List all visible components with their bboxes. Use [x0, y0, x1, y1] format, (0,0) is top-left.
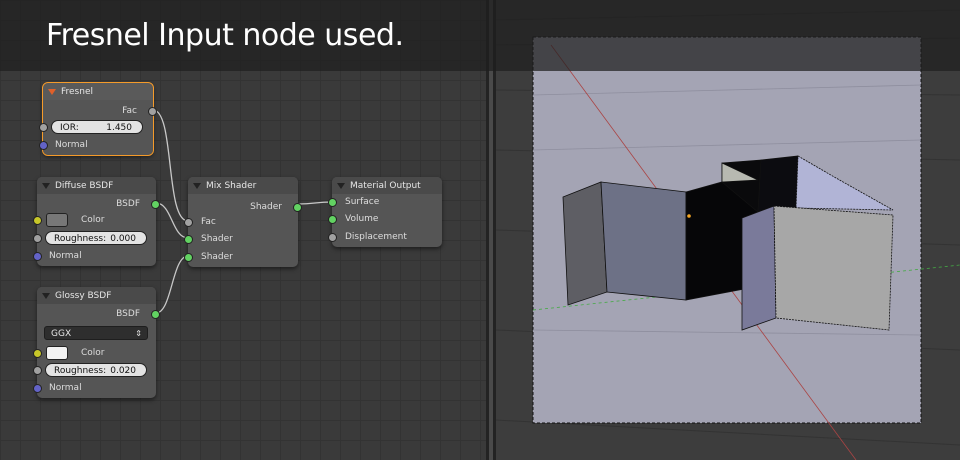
caption-banner: Fresnel Input node used. — [0, 0, 960, 71]
collapse-triangle-icon[interactable] — [193, 182, 201, 189]
mix-shader-output-label: Shader — [250, 202, 282, 212]
fresnel-ior-field[interactable]: IOR: 1.450 — [51, 120, 143, 134]
collapse-triangle-icon[interactable] — [337, 182, 345, 189]
glossy-distribution-select[interactable]: GGX ⇕ — [44, 326, 148, 340]
diffuse-normal-label: Normal — [49, 251, 82, 261]
diffuse-roughness-field[interactable]: Roughness: 0.000 — [45, 231, 147, 245]
mix-fac-label: Fac — [201, 217, 216, 227]
mix-shader-output-socket[interactable] — [293, 203, 302, 212]
fresnel-fac-label: Fac — [122, 106, 137, 116]
material-output-node[interactable]: Material Output Surface Volume Displacem… — [328, 177, 442, 247]
diffuse-normal-input-socket[interactable] — [33, 252, 42, 261]
glossy-color-input-socket[interactable] — [33, 349, 42, 358]
ior-value: 1.450 — [106, 123, 132, 133]
diffuse-bsdf-label: BSDF — [116, 199, 140, 209]
roughness-label: Roughness: — [54, 366, 107, 376]
collapse-triangle-icon[interactable] — [42, 292, 50, 299]
updown-arrows-icon: ⇕ — [135, 329, 142, 338]
diffuse-node-header[interactable]: Diffuse BSDF — [37, 177, 156, 194]
collapse-triangle-icon[interactable] — [42, 182, 50, 189]
mix-shader-node[interactable]: Mix Shader Shader Fac Shader Shader — [184, 177, 302, 267]
roughness-value: 0.020 — [110, 366, 136, 376]
distribution-value: GGX — [51, 329, 72, 339]
mesh-face-1 — [562, 181, 608, 306]
diffuse-color-label: Color — [81, 215, 105, 225]
collapse-triangle-icon[interactable] — [48, 88, 56, 95]
glossy-normal-input-socket[interactable] — [33, 384, 42, 393]
mix-shader2-label: Shader — [201, 252, 233, 262]
output-volume-input-socket[interactable] — [328, 215, 337, 224]
glossy-node-title: Glossy BSDF — [55, 290, 112, 301]
ior-label: IOR: — [60, 123, 79, 133]
diffuse-bsdf-output-socket[interactable] — [151, 200, 160, 209]
glossy-color-label: Color — [81, 348, 105, 358]
mix-shader2-input-socket[interactable] — [184, 253, 193, 262]
glossy-color-swatch[interactable] — [46, 346, 68, 360]
glossy-bsdf-output-socket[interactable] — [151, 310, 160, 319]
diffuse-roughness-input-socket[interactable] — [33, 234, 42, 243]
roughness-label: Roughness: — [54, 234, 107, 244]
fresnel-normal-input-socket[interactable] — [39, 141, 48, 150]
mesh-face-9 — [773, 205, 894, 331]
glossy-normal-label: Normal — [49, 383, 82, 393]
fresnel-fac-output-socket[interactable] — [148, 107, 157, 116]
mix-fac-input-socket[interactable] — [184, 218, 193, 227]
roughness-value: 0.000 — [110, 234, 136, 244]
glossy-bsdf-node[interactable]: Glossy BSDF BSDF GGX ⇕ Color Roughness: … — [33, 287, 160, 398]
glossy-bsdf-label: BSDF — [116, 309, 140, 319]
fresnel-node-header[interactable]: Fresnel — [43, 83, 153, 100]
mesh-face-8 — [741, 205, 777, 331]
output-displacement-label: Displacement — [345, 232, 407, 242]
mesh-face-5 — [757, 155, 799, 213]
diffuse-node-title: Diffuse BSDF — [55, 180, 114, 191]
output-node-header[interactable]: Material Output — [332, 177, 442, 194]
link-glossy-mix-shader — [155, 255, 189, 314]
fresnel-node[interactable]: Fresnel Fac IOR: 1.450 Normal — [39, 82, 157, 156]
glossy-node-header[interactable]: Glossy BSDF — [37, 287, 156, 304]
mix-node-header[interactable]: Mix Shader — [188, 177, 298, 194]
caption-title: Fresnel Input node used. — [46, 18, 404, 53]
output-displacement-input-socket[interactable] — [328, 233, 337, 242]
output-volume-label: Volume — [345, 214, 379, 224]
output-surface-label: Surface — [345, 197, 380, 207]
output-node-title: Material Output — [350, 180, 421, 191]
glossy-roughness-input-socket[interactable] — [33, 366, 42, 375]
mix-shader1-input-socket[interactable] — [184, 235, 193, 244]
diffuse-bsdf-node[interactable]: Diffuse BSDF BSDF Color Roughness: 0.000… — [33, 177, 160, 266]
mix-shader1-label: Shader — [201, 234, 233, 244]
mix-node-title: Mix Shader — [206, 180, 257, 191]
glossy-roughness-field[interactable]: Roughness: 0.020 — [45, 363, 147, 377]
object-origin-icon — [687, 214, 691, 218]
output-surface-input-socket[interactable] — [328, 198, 337, 207]
mesh-face-2 — [600, 181, 687, 301]
link-mix-output-surface — [297, 201, 333, 205]
fresnel-node-title: Fresnel — [61, 86, 93, 97]
fresnel-normal-label: Normal — [55, 140, 88, 150]
diffuse-color-input-socket[interactable] — [33, 216, 42, 225]
diffuse-color-swatch[interactable] — [46, 213, 68, 227]
fresnel-ior-input-socket[interactable] — [39, 123, 48, 132]
